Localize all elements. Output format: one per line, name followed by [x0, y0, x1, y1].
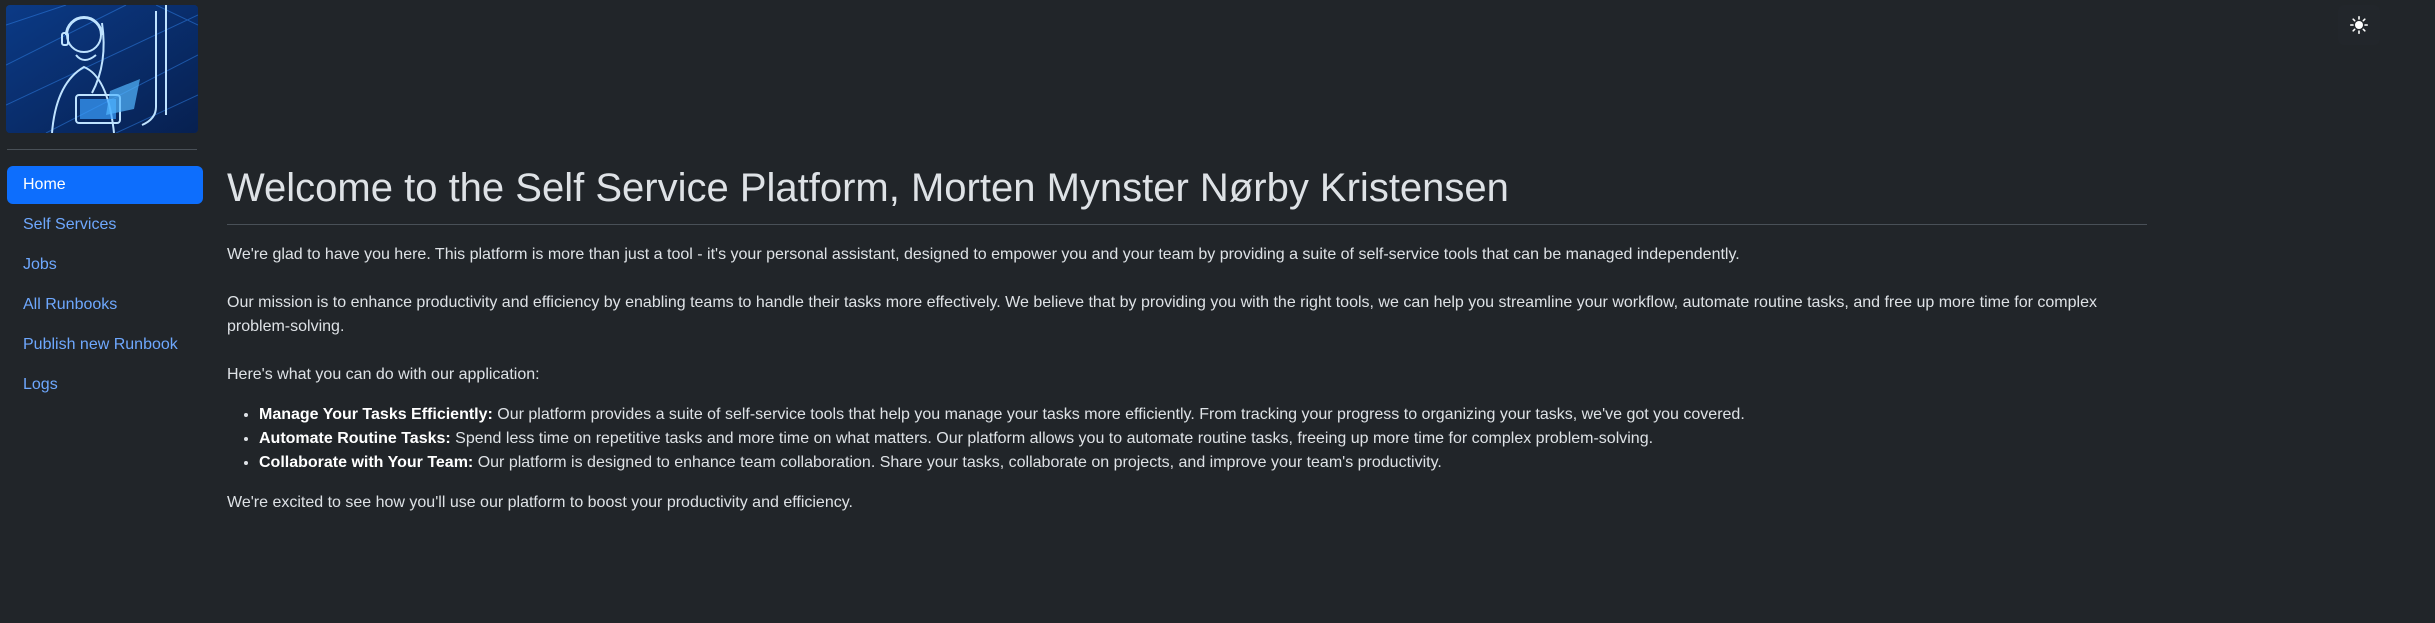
mission-paragraph: Our mission is to enhance productivity a…	[227, 294, 2097, 335]
feature-text: Our platform provides a suite of self-se…	[492, 406, 1745, 423]
list-item: Automate Routine Tasks: Spend less time …	[259, 427, 2147, 451]
sun-icon	[2350, 16, 2368, 34]
list-item: Collaborate with Your Team: Our platform…	[259, 451, 2147, 475]
features-intro: Here's what you can do with our applicat…	[227, 366, 540, 383]
feature-title: Automate Routine Tasks:	[259, 430, 451, 447]
closing-paragraph: We're excited to see how you'll use our …	[227, 494, 853, 511]
logo-image[interactable]	[6, 5, 198, 133]
feature-text: Our platform is designed to enhance team…	[473, 454, 1442, 471]
sidebar-item-jobs[interactable]: Jobs	[7, 246, 203, 284]
features-list: Manage Your Tasks Efficiently: Our platf…	[227, 403, 2147, 475]
sidebar-item-home[interactable]: Home	[7, 166, 203, 204]
intro-paragraph: We're glad to have you here. This platfo…	[227, 246, 1740, 263]
sidebar-nav: Home Self Services Jobs All Runbooks Pub…	[7, 166, 203, 406]
feature-text: Spend less time on repetitive tasks and …	[450, 430, 1654, 447]
theme-toggle-button[interactable]	[2338, 5, 2380, 45]
support-agent-logo-image	[6, 5, 198, 133]
feature-title: Manage Your Tasks Efficiently:	[259, 406, 493, 423]
sidebar-item-all-runbooks[interactable]: All Runbooks	[7, 286, 203, 324]
sidebar: Home Self Services Jobs All Runbooks Pub…	[0, 0, 210, 623]
list-item: Manage Your Tasks Efficiently: Our platf…	[259, 403, 2147, 427]
main-content: Welcome to the Self Service Platform, Mo…	[227, 160, 2147, 539]
sidebar-item-logs[interactable]: Logs	[7, 366, 203, 404]
sidebar-item-publish-new-runbook[interactable]: Publish new Runbook	[7, 326, 203, 364]
sidebar-item-self-services[interactable]: Self Services	[7, 206, 203, 244]
page-title: Welcome to the Self Service Platform, Mo…	[227, 166, 1509, 210]
title-divider	[227, 224, 2147, 225]
sidebar-divider	[7, 149, 197, 150]
app-window: Home Self Services Jobs All Runbooks Pub…	[0, 0, 2435, 623]
feature-title: Collaborate with Your Team:	[259, 454, 474, 471]
